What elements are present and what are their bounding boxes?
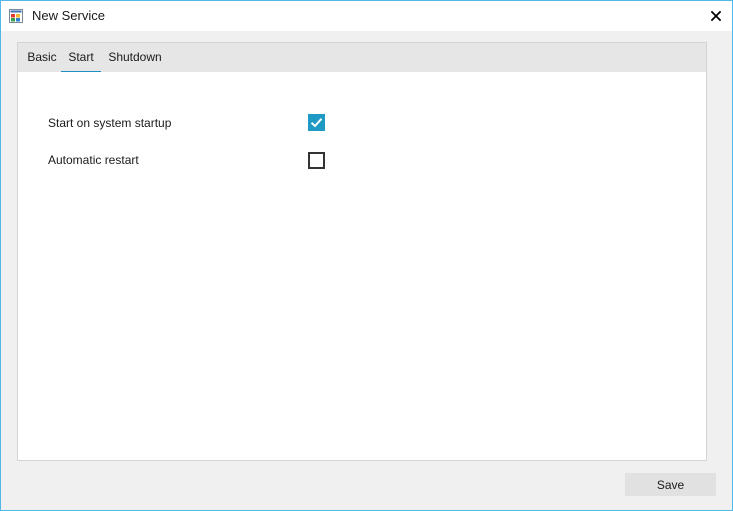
automatic-restart-label: Automatic restart <box>48 153 139 167</box>
tab-basic[interactable]: Basic <box>21 43 63 73</box>
tab-shutdown-label: Shutdown <box>108 50 162 64</box>
tab-strip: Basic Start Shutdown <box>17 42 707 73</box>
save-button[interactable]: Save <box>625 473 716 496</box>
window-title: New Service <box>32 8 105 23</box>
tab-shutdown[interactable]: Shutdown <box>104 43 166 73</box>
checkmark-icon <box>310 118 323 128</box>
title-bar[interactable]: New Service <box>1 1 732 31</box>
start-on-startup-checkbox[interactable] <box>308 114 325 131</box>
windows-app-icon <box>9 9 23 23</box>
start-on-startup-label: Start on system startup <box>48 116 172 130</box>
tab-start[interactable]: Start <box>61 43 101 73</box>
start-tab-panel: Start on system startup Automatic restar… <box>17 72 707 461</box>
new-service-window: New Service Basic Start Shutdown Start o… <box>0 0 733 511</box>
automatic-restart-checkbox[interactable] <box>308 152 325 169</box>
tab-start-label: Start <box>68 50 94 64</box>
close-icon <box>711 11 721 21</box>
close-button[interactable] <box>706 6 726 26</box>
tab-basic-label: Basic <box>27 50 57 64</box>
